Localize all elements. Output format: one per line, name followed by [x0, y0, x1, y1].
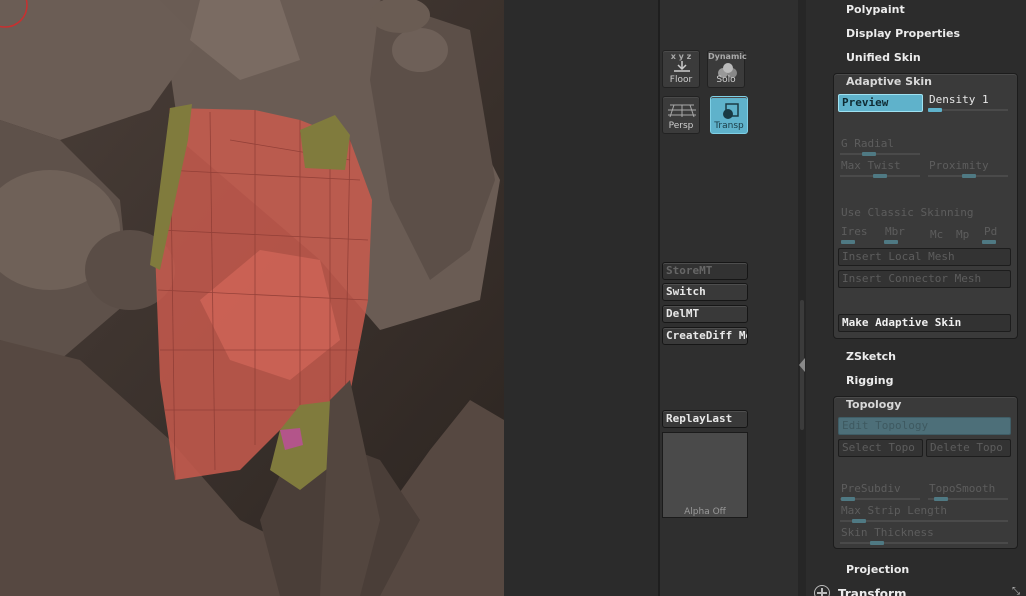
transp-button[interactable]: Transp [710, 96, 748, 134]
max-strip-length-label: Max Strip Length [841, 504, 947, 517]
left-shelf-gap [504, 0, 658, 596]
max-strip-length-knob[interactable] [852, 519, 866, 523]
toposmooth-label: TopoSmooth [929, 482, 996, 495]
ires-slider-knob[interactable] [841, 240, 855, 244]
insert-local-mesh-button[interactable]: Insert Local Mesh [838, 248, 1011, 266]
menu-polypaint[interactable]: Polypaint [846, 3, 905, 16]
alpha-selector[interactable]: Alpha Off [662, 432, 748, 518]
toposmooth-knob[interactable] [934, 497, 948, 501]
mbr-slider-knob[interactable] [884, 240, 898, 244]
g-radial-slider[interactable] [840, 153, 920, 155]
select-topo-button[interactable]: Select Topo [838, 439, 923, 457]
skin-thickness-label: Skin Thickness [841, 526, 934, 539]
menu-unified-skin[interactable]: Unified Skin [846, 51, 921, 64]
perspective-grid-icon [668, 104, 696, 118]
density-slider-knob[interactable] [928, 108, 942, 112]
make-adaptive-skin-button[interactable]: Make Adaptive Skin [838, 314, 1011, 332]
palette-scroll-strip[interactable] [798, 0, 806, 596]
floor-axis-icon: x y z [670, 52, 692, 61]
expand-corner-icon[interactable]: ⤡ [1012, 586, 1020, 596]
edit-topology-button[interactable]: Edit Topology [838, 417, 1011, 435]
transparency-icon [723, 103, 739, 119]
persp-label: Persp [668, 121, 694, 131]
presubdiv-label: PreSubdiv [841, 482, 901, 495]
sculpt-model [0, 0, 504, 596]
floor-icon [674, 61, 690, 72]
alpha-label: Alpha Off [684, 507, 726, 517]
pd-label: Pd [984, 225, 998, 238]
transp-label: Transp [714, 121, 744, 131]
g-radial-label: G Radial [841, 137, 894, 150]
g-radial-knob[interactable] [862, 152, 876, 156]
menu-display-properties[interactable]: Display Properties [846, 27, 960, 40]
use-classic-skinning-toggle[interactable]: Use Classic Skinning [841, 206, 973, 219]
storemt-button[interactable]: StoreMT [662, 262, 748, 280]
mp-toggle[interactable]: Mp [956, 228, 969, 241]
switch-button[interactable]: Switch [662, 283, 748, 301]
delmt-button[interactable]: DelMT [662, 305, 748, 323]
skin-thickness-knob[interactable] [870, 541, 884, 545]
pd-slider-knob[interactable] [982, 240, 996, 244]
delete-topo-button[interactable]: Delete Topo [926, 439, 1011, 457]
mc-toggle[interactable]: Mc [930, 228, 943, 241]
insert-connector-mesh-button[interactable]: Insert Connector Mesh [838, 270, 1011, 288]
persp-button[interactable]: Persp [662, 96, 700, 134]
density-label: Density 1 [929, 93, 989, 106]
menu-rigging[interactable]: Rigging [846, 374, 893, 387]
adaptive-skin-title[interactable]: Adaptive Skin [846, 75, 932, 88]
viewport-canvas[interactable] [0, 0, 504, 596]
proximity-label: Proximity [929, 159, 989, 172]
max-twist-label: Max Twist [841, 159, 901, 172]
proximity-knob[interactable] [962, 174, 976, 178]
transform-gizmo-icon[interactable] [814, 585, 830, 596]
menu-zsketch[interactable]: ZSketch [846, 350, 896, 363]
max-twist-knob[interactable] [873, 174, 887, 178]
menu-transform[interactable]: Transform [838, 587, 906, 596]
mbr-label: Mbr [885, 225, 905, 238]
skin-thickness-slider[interactable] [840, 542, 1008, 544]
floor-button[interactable]: x y z Floor [662, 50, 700, 88]
menu-projection[interactable]: Projection [846, 563, 909, 576]
replaylast-button[interactable]: ReplayLast [662, 410, 748, 428]
preview-button[interactable]: Preview [838, 94, 923, 112]
topology-title[interactable]: Topology [846, 398, 901, 411]
creatediff-mesh-button[interactable]: CreateDiff Me [662, 327, 748, 345]
solo-button[interactable]: Dynamic Solo [707, 50, 747, 88]
solo-label: Solo [716, 75, 736, 85]
ires-label: Ires [841, 225, 868, 238]
collapse-arrow-icon[interactable] [799, 358, 805, 372]
floor-label: Floor [669, 75, 693, 85]
presubdiv-knob[interactable] [841, 497, 855, 501]
solo-dynamic-label: Dynamic [708, 52, 747, 61]
